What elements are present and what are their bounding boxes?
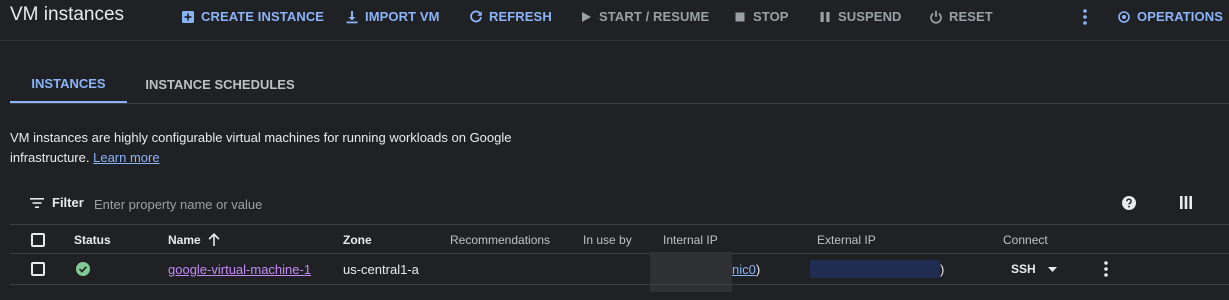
- operations-icon: [1118, 10, 1130, 23]
- status-header: Status: [74, 232, 111, 247]
- view-column-icon: [1180, 196, 1192, 209]
- description-text: VM instances are highly configurable vir…: [10, 130, 512, 165]
- check-circle-icon: [76, 262, 90, 276]
- arrow-upward-icon: [208, 233, 220, 246]
- play-icon: [582, 11, 591, 22]
- row-checkbox[interactable]: [31, 262, 45, 276]
- import-vm-label: IMPORT VM: [365, 9, 440, 24]
- page-title: VM instances: [10, 4, 125, 25]
- power-icon: [930, 10, 942, 24]
- stop-button[interactable]: STOP: [733, 0, 789, 33]
- pause-icon: [820, 11, 830, 22]
- column-display-button[interactable]: [1180, 196, 1192, 214]
- more-actions-button[interactable]: [1078, 0, 1092, 33]
- create-instance-button[interactable]: CREATE INSTANCE: [181, 0, 324, 33]
- recommendations-header: Recommendations: [450, 232, 551, 247]
- download-icon: [346, 10, 358, 23]
- row-more-actions-button[interactable]: [1104, 254, 1108, 284]
- connect-header: Connect: [1003, 232, 1048, 247]
- stop-label: STOP: [753, 9, 789, 24]
- ssh-options-button[interactable]: [1048, 254, 1057, 284]
- select-all-cell: [31, 225, 45, 254]
- filter-bar: Filter: [10, 188, 1229, 220]
- toolbar: VM instances CREATE INSTANCE IMPORT VM R…: [0, 0, 1229, 33]
- row-divider: [10, 284, 1229, 285]
- internal-ip-cell: nic0): [732, 254, 760, 284]
- nic-link[interactable]: nic0: [732, 262, 756, 277]
- name-header-label: Name: [168, 232, 201, 247]
- row-select-cell: [31, 254, 45, 284]
- refresh-label: REFRESH: [489, 9, 552, 24]
- more-vert-icon: [1083, 8, 1087, 25]
- refresh-button[interactable]: REFRESH: [469, 0, 552, 33]
- learn-more-link[interactable]: Learn more: [93, 150, 159, 165]
- refresh-icon: [470, 10, 482, 22]
- table-row: google-virtual-machine-1 us-central1-a n…: [10, 252, 1229, 292]
- help-button[interactable]: [1122, 196, 1136, 215]
- reset-button[interactable]: RESET: [929, 0, 993, 33]
- table-header: Status Name Zone Recommendations In use …: [10, 225, 1229, 254]
- suspend-button[interactable]: SUSPEND: [818, 0, 902, 33]
- external-ip-cell: ): [940, 261, 945, 277]
- select-all-checkbox[interactable]: [31, 232, 45, 247]
- tab-bar: INSTANCES INSTANCE SCHEDULES: [10, 66, 313, 103]
- name-cell: google-virtual-machine-1: [168, 254, 311, 284]
- internal-ip-header: Internal IP: [663, 232, 718, 247]
- redacted-external-ip: [810, 260, 940, 278]
- arrow-drop-down-icon: [1048, 266, 1057, 272]
- filter-list-icon: [30, 197, 44, 208]
- ssh-button[interactable]: SSH: [1011, 254, 1036, 284]
- tabs-divider: [10, 103, 1229, 104]
- operations-button[interactable]: OPERATIONS: [1117, 0, 1229, 33]
- tab-instance-schedules[interactable]: INSTANCE SCHEDULES: [127, 66, 313, 103]
- vm-name-link[interactable]: google-virtual-machine-1: [168, 262, 311, 277]
- page-description: VM instances are highly configurable vir…: [10, 128, 550, 168]
- reset-label: RESET: [949, 9, 993, 24]
- create-instance-label: CREATE INSTANCE: [201, 9, 325, 24]
- start-resume-button[interactable]: START / RESUME: [579, 0, 709, 33]
- operations-label: OPERATIONS: [1137, 9, 1223, 24]
- internal-ip-paren: ): [755, 261, 761, 277]
- stop-icon: [735, 12, 745, 21]
- add-box-icon: [182, 10, 194, 23]
- more-vert-icon: [1104, 261, 1108, 277]
- zone-cell: us-central1-a: [343, 261, 419, 277]
- in-use-by-header: In use by: [583, 232, 632, 247]
- import-vm-button[interactable]: IMPORT VM: [345, 0, 440, 33]
- filter-button[interactable]: Filter: [30, 195, 84, 210]
- external-ip-header: External IP: [817, 232, 876, 247]
- zone-header: Zone: [343, 232, 372, 247]
- tab-instances[interactable]: INSTANCES: [10, 66, 127, 103]
- filter-label: Filter: [52, 195, 84, 210]
- suspend-label: SUSPEND: [838, 9, 902, 24]
- redacted-internal-ip: [650, 252, 732, 292]
- toolbar-divider: [0, 40, 1229, 41]
- help-icon: [1122, 196, 1136, 210]
- name-header[interactable]: Name: [168, 225, 220, 254]
- status-cell: [76, 254, 90, 284]
- filter-input[interactable]: [92, 194, 492, 214]
- start-resume-label: START / RESUME: [599, 9, 710, 24]
